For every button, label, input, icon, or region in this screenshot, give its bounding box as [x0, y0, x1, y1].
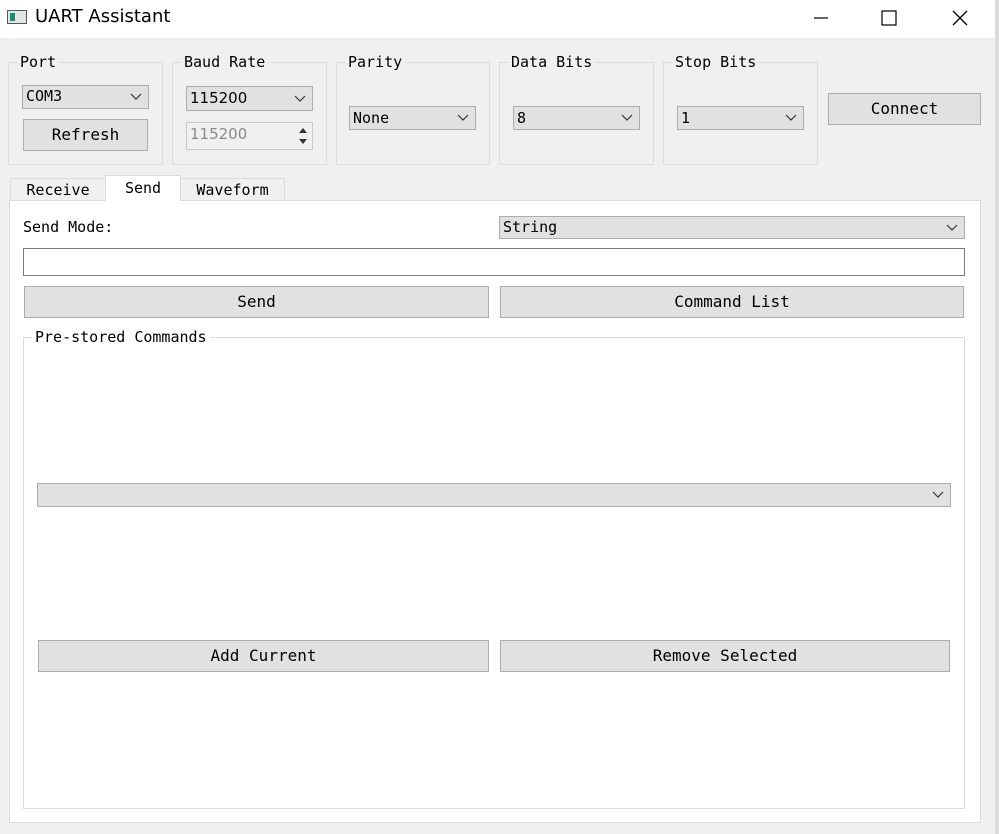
send-mode-select[interactable]: String	[499, 216, 965, 239]
add-current-label: Add Current	[210, 646, 317, 665]
chevron-down-icon	[785, 114, 797, 121]
prestored-commands-group: Pre-stored Commands	[23, 328, 965, 809]
stop-bits-select[interactable]: 1	[677, 106, 804, 130]
send-button-label: Send	[237, 292, 276, 311]
maximize-icon	[881, 10, 897, 26]
app-icon	[7, 10, 27, 24]
remove-selected-label: Remove Selected	[652, 646, 798, 665]
parity-select[interactable]: None	[349, 106, 476, 130]
chevron-down-icon	[130, 93, 142, 100]
send-mode-label: Send Mode:	[23, 218, 114, 236]
baud-select[interactable]: 115200	[186, 86, 313, 111]
baud-group-title: Baud Rate	[181, 53, 269, 71]
chevron-down-icon	[294, 95, 306, 102]
port-selected-value: COM3	[26, 87, 63, 105]
window-edge	[995, 0, 999, 834]
data-bits-select[interactable]: 8	[513, 106, 640, 130]
command-list-label: Command List	[674, 292, 790, 311]
send-mode-selected-value: String	[503, 218, 558, 236]
chevron-down-icon	[457, 114, 469, 121]
maximize-button[interactable]	[866, 0, 912, 36]
stop-bits-group-title: Stop Bits	[672, 53, 760, 71]
chevron-down-icon	[932, 491, 944, 498]
close-icon	[952, 10, 968, 26]
parity-group-title: Parity	[345, 53, 406, 71]
minimize-icon	[814, 17, 828, 19]
baud-selected-value: 115200	[190, 89, 248, 107]
prestored-commands-title: Pre-stored Commands	[32, 328, 210, 346]
send-input[interactable]	[23, 248, 965, 276]
tab-send-label: Send	[124, 179, 162, 197]
add-current-button[interactable]: Add Current	[38, 640, 489, 672]
tab-waveform-label: Waveform	[196, 181, 269, 199]
data-bits-group-title: Data Bits	[508, 53, 596, 71]
stop-bits-selected-value: 1	[681, 109, 691, 127]
data-bits-selected-value: 8	[517, 109, 527, 127]
baud-custom-value: 115200	[190, 125, 248, 143]
connect-button[interactable]: Connect	[828, 93, 981, 125]
window-title: UART Assistant	[35, 6, 171, 27]
send-button[interactable]: Send	[24, 286, 489, 318]
parity-selected-value: None	[353, 109, 390, 127]
baud-custom-spinbox[interactable]: 115200	[186, 122, 313, 150]
command-list-button[interactable]: Command List	[500, 286, 964, 318]
refresh-label: Refresh	[51, 125, 120, 144]
minimize-button[interactable]	[798, 0, 844, 36]
prestored-command-select[interactable]	[37, 483, 951, 507]
title-bar: UART Assistant	[0, 0, 999, 38]
tab-send[interactable]: Send	[105, 175, 181, 201]
tab-receive-label: Receive	[26, 181, 90, 199]
chevron-down-icon	[621, 114, 633, 121]
connect-label: Connect	[870, 99, 939, 118]
chevron-down-icon	[946, 224, 958, 231]
close-button[interactable]	[937, 0, 983, 36]
port-select[interactable]: COM3	[22, 85, 149, 109]
remove-selected-button[interactable]: Remove Selected	[500, 640, 950, 672]
tab-receive[interactable]: Receive	[10, 178, 106, 200]
tab-waveform[interactable]: Waveform	[180, 178, 285, 200]
spin-arrows-icon[interactable]	[296, 125, 310, 147]
refresh-button[interactable]: Refresh	[23, 119, 148, 151]
port-group-title: Port	[17, 53, 60, 71]
